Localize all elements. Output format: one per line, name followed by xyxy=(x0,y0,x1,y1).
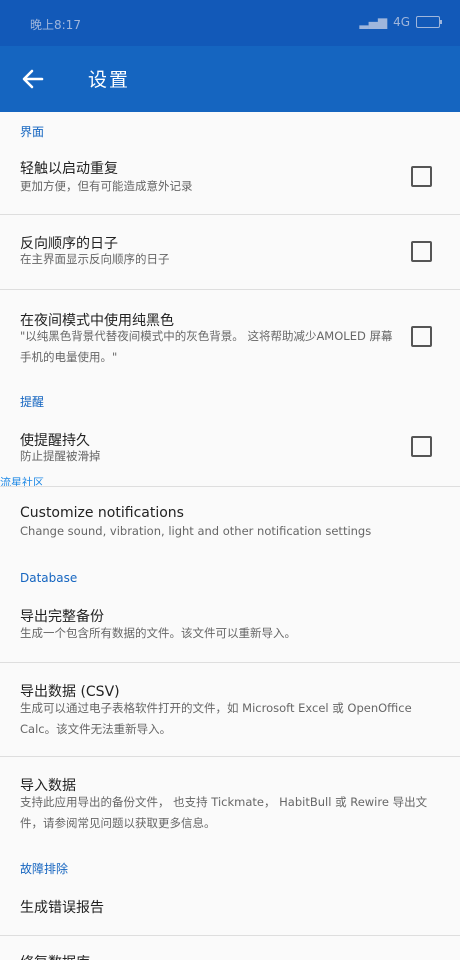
status-icons: ▂▄▆ 4G xyxy=(359,15,442,29)
setting-title: 轻触以启动重复 xyxy=(20,161,118,177)
app-bar: 设置 xyxy=(0,46,460,112)
setting-subtitle: Change sound, vibration, light and other… xyxy=(20,524,372,538)
tap-repeat-checkbox[interactable] xyxy=(411,166,432,187)
setting-repair-db[interactable]: 修复数据库 xyxy=(0,936,460,960)
setting-subtitle: "以纯黑色背景代替夜间模式中的灰色背景。 这将帮助减少AMOLED 屏幕手机的电… xyxy=(20,329,393,364)
reverse-days-checkbox[interactable] xyxy=(411,241,432,262)
setting-subtitle: 支持此应用导出的备份文件， 也支持 Tickmate， HabitBull 或 … xyxy=(20,795,428,830)
setting-tap-repeat[interactable]: 轻触以启动重复 更加方便，但有可能造成意外记录 xyxy=(0,144,460,214)
setting-pure-black[interactable]: 在夜间模式中使用纯黑色 "以纯黑色背景代替夜间模式中的灰色背景。 这将帮助减少A… xyxy=(0,290,460,380)
setting-import-data[interactable]: 导入数据 支持此应用导出的备份文件， 也支持 Tickmate， HabitBu… xyxy=(0,757,460,847)
setting-title: 生成错误报告 xyxy=(20,900,104,916)
pure-black-checkbox[interactable] xyxy=(411,326,432,347)
setting-subtitle: 在主界面显示反向顺序的日子 xyxy=(20,252,170,266)
sticky-reminders-checkbox[interactable] xyxy=(411,436,432,457)
status-time: 晚上8:17 xyxy=(30,18,81,32)
page-title: 设置 xyxy=(88,69,131,91)
setting-title: 修复数据库 xyxy=(20,952,90,960)
back-button[interactable] xyxy=(14,60,52,98)
setting-customize-notifications[interactable]: Customize notifications Change sound, vi… xyxy=(0,487,460,555)
setting-subtitle: 更加方便，但有可能造成意外记录 xyxy=(20,179,193,193)
setting-export-csv[interactable]: 导出数据 (CSV) 生成可以通过电子表格软件打开的文件，如 Microsoft… xyxy=(0,663,460,756)
setting-reverse-days[interactable]: 反向顺序的日子 在主界面显示反向顺序的日子 xyxy=(0,215,460,289)
battery-icon xyxy=(416,16,442,28)
setting-subtitle: 防止提醒被滑掉 xyxy=(20,449,101,463)
setting-export-backup[interactable]: 导出完整备份 生成一个包含所有数据的文件。该文件可以重新导入。 xyxy=(0,592,460,662)
section-header-troubleshoot: 故障排除 xyxy=(20,862,69,876)
network-type: 4G xyxy=(393,15,410,29)
setting-subtitle: 生成可以通过电子表格软件打开的文件，如 Microsoft Excel 或 Op… xyxy=(20,701,412,736)
arrow-left-icon xyxy=(22,69,44,89)
section-header-reminders: 提醒 xyxy=(20,395,45,409)
setting-subtitle: 生成一个包含所有数据的文件。该文件可以重新导入。 xyxy=(20,626,296,640)
setting-sticky-reminders[interactable]: 使提醒持久 防止提醒被滑掉 xyxy=(0,414,460,486)
section-header-database: Database xyxy=(20,571,78,585)
setting-title: Customize notifications xyxy=(20,505,184,521)
setting-bug-report[interactable]: 生成错误报告 xyxy=(0,881,460,935)
status-bar: 晚上8:17 ▂▄▆ 4G xyxy=(0,0,460,46)
signal-icon: ▂▄▆ xyxy=(359,15,388,29)
section-header-interface: 界面 xyxy=(20,125,45,139)
